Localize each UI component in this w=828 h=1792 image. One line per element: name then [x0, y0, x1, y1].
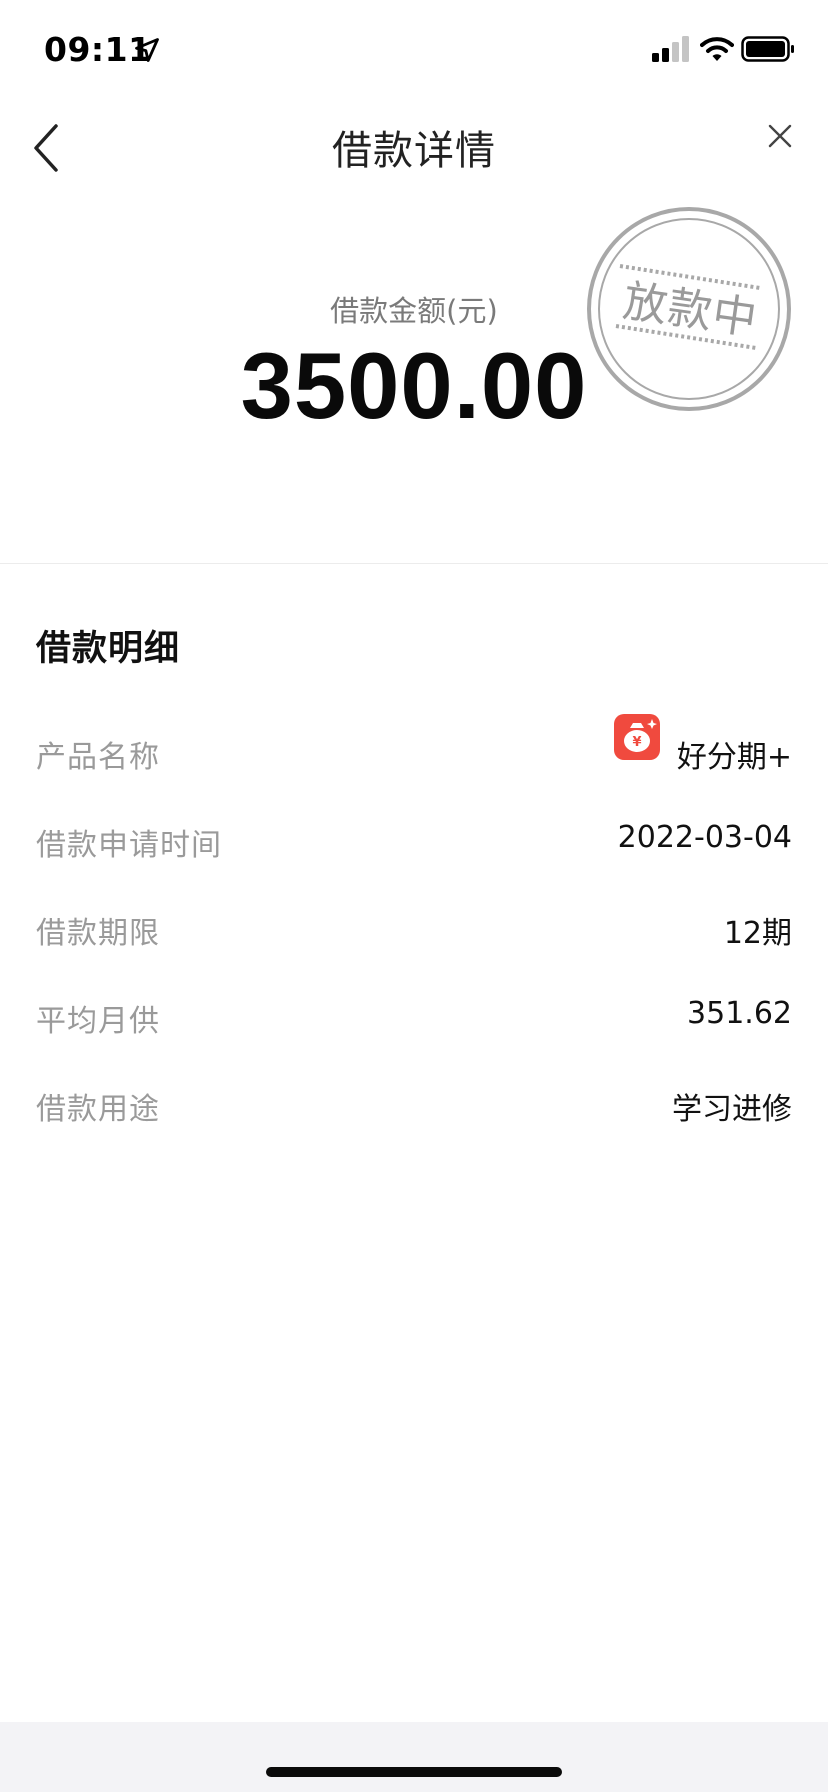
detail-label: 产品名称	[36, 740, 160, 775]
detail-value: 学习进修	[672, 1092, 792, 1127]
detail-value: 2022-03-04	[617, 820, 792, 855]
page-title: 借款详情	[332, 128, 496, 174]
detail-row-product-name: 产品名称 ¥ 好分期+	[36, 714, 792, 782]
section-divider	[0, 563, 828, 564]
location-arrow-icon	[135, 38, 159, 62]
detail-label: 借款申请时间	[36, 828, 222, 863]
svg-text:¥: ¥	[632, 735, 641, 750]
loan-amount-section: 借款金额(元) 3500.00 放款中	[0, 190, 828, 564]
cellular-signal-icon	[652, 36, 689, 62]
battery-icon	[741, 36, 794, 62]
bottom-safe-area	[0, 1722, 828, 1792]
navigation-bar: 借款详情	[0, 100, 828, 190]
status-bar: 09:11	[0, 0, 828, 100]
wifi-icon	[700, 37, 734, 61]
detail-row-loan-purpose: 借款用途 学习进修	[36, 1074, 792, 1134]
detail-value: 12期	[723, 916, 792, 951]
detail-row-monthly-payment: 平均月供 351.62	[36, 986, 792, 1046]
status-stamp: 放款中	[586, 206, 792, 412]
close-icon	[768, 124, 792, 148]
detail-value: 351.62	[687, 996, 792, 1031]
money-bag-app-icon: ¥	[614, 714, 660, 760]
detail-row-loan-term: 借款期限 12期	[36, 898, 792, 958]
detail-label: 平均月供	[36, 1004, 160, 1039]
detail-value: 好分期+	[676, 740, 792, 775]
detail-row-apply-time: 借款申请时间 2022-03-04	[36, 810, 792, 870]
home-indicator[interactable]	[266, 1767, 562, 1777]
detail-label: 借款用途	[36, 1092, 160, 1127]
close-button[interactable]	[762, 118, 798, 154]
details-section-title: 借款明细	[36, 629, 181, 669]
detail-label: 借款期限	[36, 916, 160, 951]
loan-detail-screen: 09:11 借款详情 借款金额(元) 3500.00 放款中 借款明细 产品名称…	[0, 0, 828, 1792]
